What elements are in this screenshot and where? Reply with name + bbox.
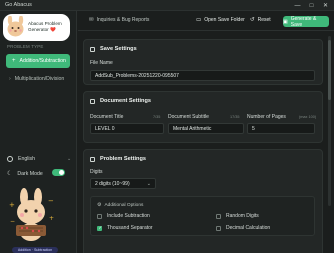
random-digits-checkbox[interactable]: Random Digits — [216, 213, 259, 219]
document-icon — [90, 98, 95, 104]
close-button[interactable]: ✕ — [320, 0, 331, 11]
additional-options-box: ⚙ Additional Options Include Subtraction… — [90, 196, 315, 236]
language-select[interactable]: English ⌄ — [7, 156, 71, 162]
save-icon: ▣ — [283, 18, 288, 25]
dark-mode-toggle[interactable] — [52, 169, 65, 176]
reset-button[interactable]: ↺ Reset — [250, 17, 271, 23]
problem-settings-title: Problem Settings — [100, 156, 147, 162]
document-title-label: Document Title — [90, 114, 124, 120]
file-name-label: File Name — [90, 60, 113, 66]
open-save-folder-label: Open Save Folder — [204, 17, 245, 23]
document-title-counter: 7/35 — [153, 115, 161, 119]
decimal-calculation-checkbox[interactable]: Decimal Calculation — [216, 225, 270, 231]
reset-icon: ↺ — [250, 17, 255, 23]
globe-icon — [7, 156, 13, 162]
checkbox-box-checked — [97, 225, 102, 231]
additional-options-label: Additional Options — [104, 202, 144, 208]
include-subtraction-checkbox[interactable]: Include Subtraction — [97, 213, 150, 219]
digits-select[interactable]: 2 digits (10~99) ⌄ — [90, 178, 156, 189]
document-settings-title: Document Settings — [100, 98, 151, 104]
document-subtitle-input[interactable]: Mental Arithmetic — [168, 123, 244, 134]
chevron-down-icon: ⌄ — [67, 156, 72, 162]
open-save-folder-button[interactable]: ▭ Open Save Folder — [196, 17, 245, 23]
inquiries-link[interactable]: ✉ Inquiries & Bug Reports — [89, 17, 149, 23]
chevron-down-icon: ⌄ — [146, 181, 151, 187]
scrollbar-thumb[interactable] — [328, 40, 331, 100]
problem-settings-card: Problem Settings Digits 2 digits (10~99)… — [83, 149, 323, 253]
save-settings-title: Save Settings — [100, 46, 137, 52]
checkbox-box — [216, 225, 221, 231]
thousand-separator-label: Thousand Separator — [107, 225, 153, 231]
svg-text:−: − — [48, 197, 54, 205]
sidebar-item-label: Multiplication/Division — [14, 75, 65, 82]
sidebar-item-addition-subtraction[interactable]: + Addition/Subtraction — [6, 54, 70, 68]
problem-type-label: PROBLEM TYPE — [7, 44, 44, 49]
folder-icon: ▭ — [196, 17, 202, 23]
decimal-calculation-label: Decimal Calculation — [226, 225, 271, 231]
save-settings-header: Save Settings — [90, 46, 137, 52]
language-value: English — [18, 156, 36, 162]
svg-text:−: − — [10, 218, 15, 225]
digits-value: 2 digits (10~99) — [95, 180, 130, 187]
settings-icon — [90, 156, 95, 162]
mascot-badge: Addition · Subtraction — [12, 247, 58, 253]
save-icon — [90, 46, 95, 52]
include-subtraction-label: Include Subtraction — [107, 213, 150, 219]
thousand-separator-checkbox[interactable]: Thousand Separator — [97, 225, 153, 231]
file-name-input[interactable]: AddSub_Problems-20251220-095507 — [90, 70, 315, 81]
inquiries-label: Inquiries & Bug Reports — [96, 17, 150, 23]
sidebar-item-multiplication-division[interactable]: › Multiplication/Division — [6, 73, 76, 84]
app-logo: Abacus Problem Generator ❤️ — [3, 14, 70, 41]
number-of-pages-input[interactable]: 5 — [247, 123, 315, 134]
additional-options-header: ⚙ Additional Options — [97, 202, 143, 208]
document-subtitle-label: Document Subtitle — [168, 114, 209, 120]
mascot-illustration: + − + − — [9, 188, 54, 241]
document-title-input[interactable]: LEVEL 0 — [90, 123, 164, 134]
random-digits-label: Random Digits — [226, 213, 259, 219]
number-of-pages-label: Number of Pages — [247, 114, 286, 120]
minimize-button[interactable]: — — [292, 0, 303, 11]
checkbox-box — [216, 213, 221, 219]
logo-text: Abacus Problem Generator ❤️ — [28, 21, 62, 32]
document-subtitle-counter: 17/35 — [230, 115, 240, 119]
problem-settings-header: Problem Settings — [90, 156, 146, 162]
sidebar-item-label: Addition/Subtraction — [19, 58, 66, 64]
svg-text:+: + — [49, 215, 54, 222]
mascot-icon — [7, 16, 24, 37]
logo-line-1: Abacus Problem — [28, 21, 62, 26]
maximize-button[interactable]: □ — [306, 0, 317, 11]
sidebar: Abacus Problem Generator ❤️ PROBLEM TYPE… — [0, 11, 77, 253]
chevron-right-icon: › — [9, 75, 11, 82]
save-settings-card: Save Settings File Name AddSub_Problems-… — [83, 39, 323, 85]
plus-icon: + — [12, 58, 16, 64]
moon-icon: ☾ — [7, 171, 13, 177]
svg-text:+: + — [9, 201, 15, 209]
logo-line-2: Generator ❤️ — [28, 26, 56, 32]
document-settings-header: Document Settings — [90, 98, 151, 104]
title-bar: Go Abacus — □ ✕ — [0, 0, 334, 11]
reset-label: Reset — [257, 17, 271, 23]
dark-mode-row: ☾ Dark Mode — [7, 169, 67, 177]
gear-icon: ⚙ — [97, 202, 102, 208]
pages-max-hint: (max 100) — [299, 115, 317, 119]
checkbox-box — [97, 213, 102, 219]
document-settings-card: Document Settings Document Title 7/35 LE… — [83, 91, 323, 143]
dark-mode-label: Dark Mode — [17, 170, 43, 177]
main-content: Save Settings File Name AddSub_Problems-… — [78, 31, 327, 253]
generate-save-button[interactable]: ▣ Generate & Save — [283, 15, 329, 28]
digits-label: Digits — [90, 169, 103, 175]
generate-save-label: Generate & Save — [290, 15, 317, 28]
message-icon: ✉ — [89, 17, 94, 23]
window-title: Go Abacus — [5, 2, 32, 8]
